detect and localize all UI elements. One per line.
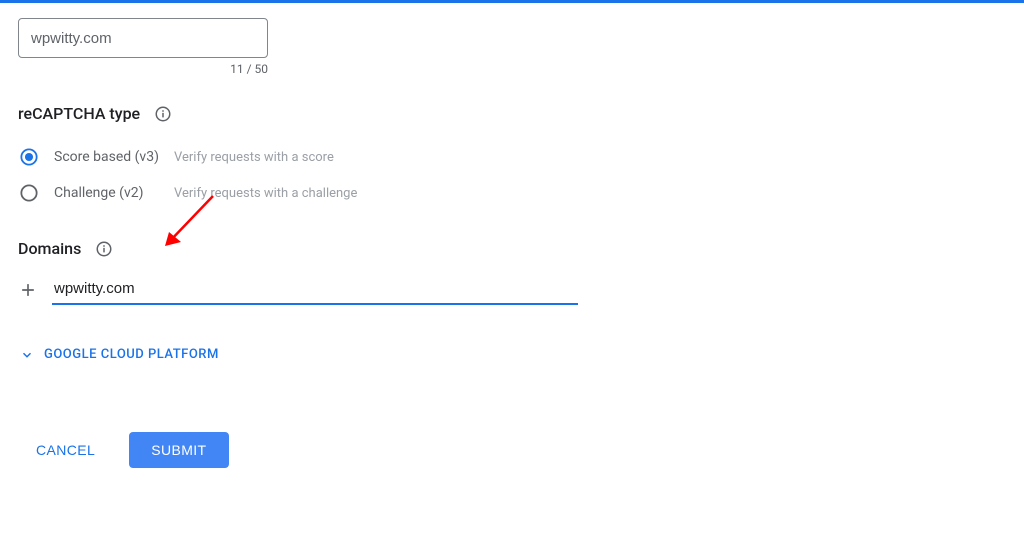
plus-icon[interactable] (18, 280, 38, 300)
gcp-expander-label: GOOGLE CLOUD PLATFORM (44, 347, 219, 362)
cancel-button[interactable]: CANCEL (32, 434, 99, 466)
radio-label-v2: Challenge (v2) (54, 185, 174, 201)
recaptcha-type-heading: reCAPTCHA type (18, 104, 140, 123)
domain-input[interactable] (52, 274, 578, 305)
domains-heading: Domains (18, 239, 81, 258)
submit-button[interactable]: SUBMIT (129, 432, 228, 468)
info-icon[interactable] (95, 240, 113, 258)
radio-score-based[interactable] (20, 148, 38, 166)
radio-challenge[interactable] (20, 184, 38, 202)
radio-desc-v3: Verify requests with a score (174, 150, 334, 165)
gcp-expander[interactable]: GOOGLE CLOUD PLATFORM (18, 347, 1006, 362)
radio-label-v3: Score based (v3) (54, 149, 174, 165)
info-icon[interactable] (154, 105, 172, 123)
char-counter: 11 / 50 (18, 58, 268, 76)
label-input[interactable] (18, 18, 268, 58)
radio-desc-v2: Verify requests with a challenge (174, 186, 357, 201)
chevron-down-icon (20, 348, 34, 362)
